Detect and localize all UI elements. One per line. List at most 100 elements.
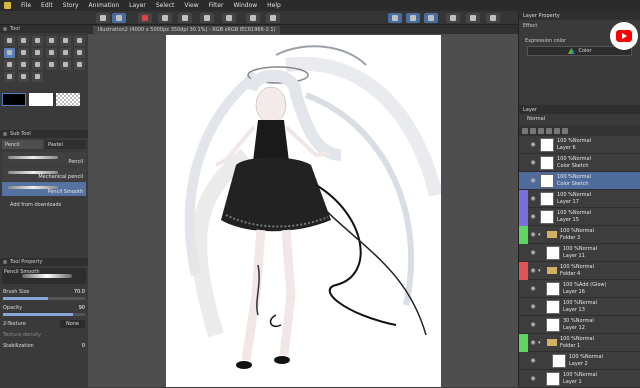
airbrush-tool-icon[interactable] — [46, 48, 57, 58]
layer-folder-row[interactable]: ◉ ▾ 100 %Normal Folder 1 — [519, 333, 640, 352]
ruler-tool-icon[interactable] — [74, 60, 85, 70]
layer-folder-row[interactable]: ◉ ▾ 100 %Normal Folder 4 — [519, 261, 640, 280]
menu-view[interactable]: View — [184, 2, 198, 9]
eye-icon[interactable]: ◉ — [528, 195, 538, 202]
eye-icon[interactable]: ◉ — [528, 141, 538, 148]
menu-layer[interactable]: Layer — [129, 2, 146, 9]
layer-folder-row[interactable]: ◉ ▾ 100 %Normal Folder 3 — [519, 225, 640, 244]
layer-row[interactable]: ◉ 100 %Normal Layer 2 — [519, 352, 640, 370]
figure-tool-icon[interactable] — [32, 60, 43, 70]
brush-size-value[interactable]: 70.0 — [74, 289, 85, 295]
layer-row[interactable]: ◉ 100 %Add (Glow) Layer 16 — [519, 280, 640, 298]
layer-row[interactable]: ◉ 100 %Normal Layer 17 — [519, 189, 640, 208]
hand-tool-icon[interactable] — [46, 36, 57, 46]
opacity-value[interactable]: 90 — [79, 305, 85, 311]
eye-icon[interactable]: ◉ — [528, 357, 538, 364]
blend-tool-icon[interactable] — [74, 48, 85, 58]
correct-line-tool-icon[interactable] — [32, 72, 43, 82]
eraser-tool-icon[interactable] — [60, 48, 71, 58]
eyedropper-tool-icon[interactable] — [46, 60, 57, 70]
redo-icon[interactable] — [138, 13, 152, 23]
undo-icon[interactable] — [112, 13, 126, 23]
sub-color-swatch[interactable] — [29, 93, 53, 106]
snap-icon[interactable] — [388, 13, 402, 23]
eye-icon[interactable]: ◉ — [528, 375, 538, 382]
eye-icon[interactable]: ◉ — [528, 267, 538, 274]
tab-pencil[interactable]: Pencil — [2, 140, 43, 149]
blend-mode-select[interactable]: Normal — [519, 114, 640, 124]
layer-row[interactable]: ◉ 100 %Normal Layer 1 — [519, 370, 640, 388]
fill-tool-icon[interactable] — [4, 60, 15, 70]
paste-icon[interactable] — [200, 13, 214, 23]
refresh-icon[interactable] — [466, 13, 480, 23]
pen-stabilize-icon[interactable] — [424, 13, 438, 23]
main-color-swatch[interactable] — [2, 93, 26, 106]
eye-icon[interactable]: ◉ — [528, 339, 538, 346]
save-icon[interactable] — [158, 13, 172, 23]
text-tool-icon[interactable] — [4, 72, 15, 82]
layer-row[interactable]: ◉ 100 %Normal Layer 6 — [519, 136, 640, 154]
document-tab[interactable]: Illustration2 (4000 x 5000px 350dpi 30.1… — [93, 25, 281, 34]
menu-story[interactable]: Story — [63, 2, 79, 9]
layer-row[interactable]: ◉ 100 %Normal Color Sketch — [519, 154, 640, 172]
menu-icon[interactable] — [96, 13, 110, 23]
chevron-down-icon[interactable]: ▾ — [538, 268, 544, 274]
eye-icon[interactable]: ◉ — [528, 249, 538, 256]
eye-icon[interactable]: ◉ — [528, 159, 538, 166]
eye-icon[interactable]: ◉ — [528, 213, 538, 220]
brush-size-slider[interactable] — [3, 297, 85, 300]
brush-pencil-smooth[interactable]: Pencil Smooth — [2, 182, 86, 196]
new-layer-icon[interactable] — [562, 128, 568, 134]
snap-ruler-icon[interactable] — [406, 13, 420, 23]
menu-select[interactable]: Select — [156, 2, 175, 9]
rotate-tool-icon[interactable] — [60, 36, 71, 46]
layer-row[interactable]: ◉ 100 %Normal Layer 15 — [519, 207, 640, 226]
copy-icon[interactable] — [178, 13, 192, 23]
transform-icon[interactable] — [222, 13, 236, 23]
pen-tool-icon[interactable] — [18, 48, 29, 58]
pencil-tool-icon[interactable] — [4, 48, 15, 58]
draft-icon[interactable] — [546, 128, 552, 134]
layer-row[interactable]: ◉ 30 %Normal Layer 12 — [519, 316, 640, 334]
eye-icon[interactable]: ◉ — [528, 177, 538, 184]
frame-tool-icon[interactable] — [60, 60, 71, 70]
menu-edit[interactable]: Edit — [41, 2, 53, 9]
menu-filter[interactable]: Filter — [209, 2, 224, 9]
brush-mechanical-pencil[interactable]: Mechanical pencil — [2, 167, 86, 181]
brush-pencil[interactable]: Pencil — [2, 152, 86, 166]
zoom-tool-icon[interactable] — [4, 36, 15, 46]
grid-icon[interactable] — [486, 13, 500, 23]
menu-file[interactable]: File — [21, 2, 31, 9]
select-tool-icon[interactable] — [74, 36, 85, 46]
menu-help[interactable]: Help — [267, 2, 281, 9]
layer-row[interactable]: ◉ 100 %Normal Layer 11 — [519, 244, 640, 262]
reference-icon[interactable] — [538, 128, 544, 134]
layer-row[interactable]: ◉ 100 %Normal Layer 13 — [519, 298, 640, 316]
tab-pastel[interactable]: Pastel — [45, 140, 86, 149]
texture-select[interactable]: None — [59, 319, 85, 328]
balloon-tool-icon[interactable] — [18, 72, 29, 82]
transparent-color-swatch[interactable] — [56, 93, 80, 106]
stabilization-value[interactable]: 0 — [82, 343, 85, 349]
deselect-icon[interactable] — [266, 13, 280, 23]
select-all-icon[interactable] — [246, 13, 260, 23]
canvas-paper[interactable] — [166, 35, 441, 387]
ruler-icon[interactable] — [446, 13, 460, 23]
move-tool-icon[interactable] — [18, 36, 29, 46]
lock-icon[interactable] — [522, 128, 528, 134]
eye-icon[interactable]: ◉ — [528, 321, 538, 328]
clip-icon[interactable] — [530, 128, 536, 134]
add-from-downloads-button[interactable]: Add from downloads — [0, 197, 88, 213]
operation-tool-icon[interactable] — [32, 36, 43, 46]
layer-row[interactable]: ◉ 100 %Normal Color Sketch — [519, 172, 640, 190]
chevron-down-icon[interactable]: ▾ — [538, 340, 544, 346]
brush-tool-icon[interactable] — [32, 48, 43, 58]
mask-icon[interactable] — [554, 128, 560, 134]
opacity-slider[interactable] — [3, 313, 85, 316]
chevron-down-icon[interactable]: ▾ — [538, 232, 544, 238]
eye-icon[interactable]: ◉ — [528, 303, 538, 310]
gradient-tool-icon[interactable] — [18, 60, 29, 70]
menu-animation[interactable]: Animation — [89, 2, 120, 9]
eye-icon[interactable]: ◉ — [528, 231, 538, 238]
menu-window[interactable]: Window — [233, 2, 257, 9]
